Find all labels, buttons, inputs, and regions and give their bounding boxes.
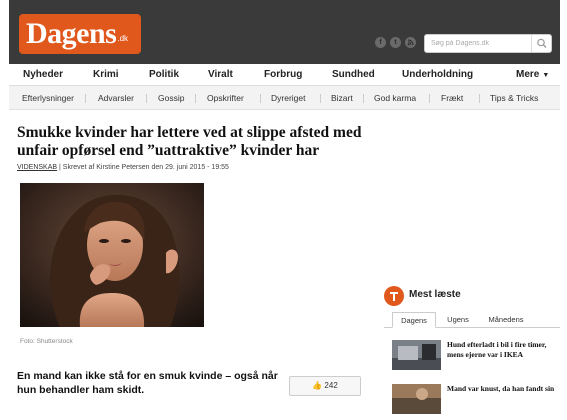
subnav-item-tips-tricks[interactable]: Tips & Tricks	[490, 86, 538, 110]
site-logo[interactable]: Dagens.dk	[19, 14, 141, 54]
article-byline: VIDENSKAB | Skrevet af Kirstine Petersen…	[17, 164, 229, 171]
nav-more-menu[interactable]: Mere ▼	[516, 64, 549, 86]
nav-item-nyheder[interactable]: Nyheder	[23, 64, 63, 86]
story-title: Hund efterladt i bil i fire timer, mens …	[447, 340, 547, 359]
article-photo	[20, 183, 204, 327]
nav-more-label: Mere	[516, 69, 540, 80]
subnav-divider	[195, 94, 196, 103]
nav-item-krimi[interactable]: Krimi	[93, 64, 119, 86]
search-input[interactable]	[425, 35, 529, 52]
nav-item-forbrug[interactable]: Forbrug	[264, 64, 302, 86]
subnav-divider	[429, 94, 430, 103]
tab-maanedens[interactable]: Månedens	[482, 312, 530, 328]
main-nav: Nyheder Krimi Politik Viralt Forbrug Sun…	[9, 64, 560, 86]
article-lede: En mand kan ikke stå for en smuk kvinde …	[17, 370, 278, 396]
story-title: Mand var knust, da han fandt sin	[447, 384, 555, 393]
subnav-divider	[320, 94, 321, 103]
story-thumbnail	[392, 384, 441, 414]
nav-item-viralt[interactable]: Viralt	[208, 64, 233, 86]
article-category-link[interactable]: VIDENSKAB	[17, 164, 57, 171]
most-read-item[interactable]: Hund efterladt i bil i fire timer, mens …	[392, 340, 560, 372]
most-read-tabs: Dagens Ugens Månedens	[384, 312, 560, 328]
chevron-down-icon: ▼	[542, 72, 550, 79]
logo-tld: .dk	[117, 34, 129, 43]
subnav-divider	[85, 94, 86, 103]
subnav-item-dyreriget[interactable]: Dyreriget	[271, 86, 305, 110]
like-count: 242	[324, 381, 338, 390]
nav-item-politik[interactable]: Politik	[149, 64, 179, 86]
tab-dagens[interactable]: Dagens	[392, 312, 436, 328]
subnav-divider	[146, 94, 147, 103]
story-thumbnail	[392, 340, 441, 370]
nav-item-sundhed[interactable]: Sundhed	[332, 64, 375, 86]
subnav-item-fraekt[interactable]: Frækt	[441, 86, 463, 110]
search-box	[424, 34, 552, 53]
article-author-date: | Skrevet af Kirstine Petersen den 29. j…	[57, 164, 229, 171]
nav-item-underholdning[interactable]: Underholdning	[402, 64, 473, 86]
most-read-title: Mest læste	[409, 289, 461, 300]
subnav-item-opskrifter[interactable]: Opskrifter	[207, 86, 244, 110]
page: Dagens.dk f t Nyheder Krimi Politik Vira…	[9, 0, 560, 420]
logo-text: Dagens	[26, 17, 117, 50]
like-button[interactable]: 👍 242	[289, 376, 361, 396]
subnav-divider	[260, 94, 261, 103]
subnav-divider	[479, 94, 480, 103]
subnav-item-gossip[interactable]: Gossip	[158, 86, 184, 110]
subnav-item-efterlysninger[interactable]: Efterlysninger	[22, 86, 74, 110]
subnav-item-bizart[interactable]: Bizart	[331, 86, 353, 110]
subnav-item-god-karma[interactable]: God karma	[374, 86, 416, 110]
search-button[interactable]	[531, 35, 551, 52]
search-icon	[537, 38, 547, 48]
thumbs-up-icon: 👍	[312, 381, 323, 390]
photo-caption: Foto: Shutterstock	[20, 338, 73, 345]
subnav-item-advarsler[interactable]: Advarsler	[98, 86, 134, 110]
site-header: Dagens.dk f t	[9, 0, 560, 64]
subnav-divider	[363, 94, 364, 103]
most-read-item[interactable]: Mand var knust, da han fandt sin	[392, 384, 560, 416]
dagens-badge-icon	[384, 286, 404, 306]
sub-nav: Efterlysninger Advarsler Gossip Opskrift…	[9, 86, 560, 110]
rss-icon[interactable]	[405, 37, 416, 48]
facebook-icon[interactable]: f	[375, 37, 386, 48]
tab-ugens[interactable]: Ugens	[440, 312, 476, 328]
twitter-icon[interactable]: t	[390, 37, 401, 48]
article-headline: Smukke kvinder har lettere ved at slippe…	[17, 124, 362, 159]
